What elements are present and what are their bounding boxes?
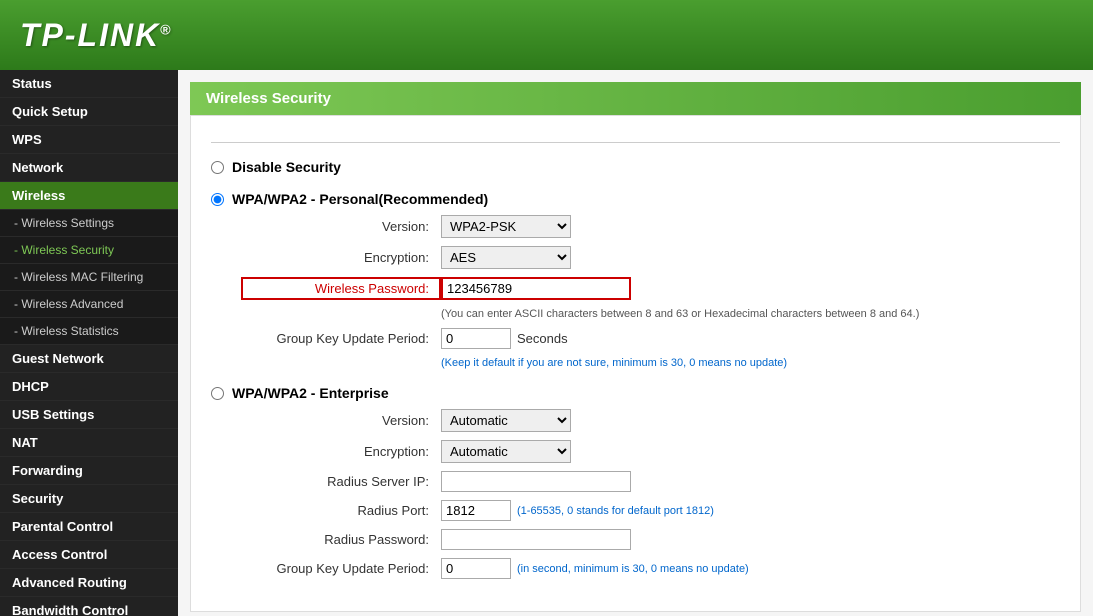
- enterprise-radius-password-label: Radius Password:: [241, 532, 441, 547]
- sidebar-item-wireless-settings[interactable]: - Wireless Settings: [0, 210, 178, 237]
- enterprise-encryption-select[interactable]: Automatic TKIP AES: [441, 440, 571, 463]
- content-area: Disable Security WPA/WPA2 - Personal(Rec…: [190, 115, 1081, 612]
- personal-version-row: Version: Automatic WPA-PSK WPA2-PSK: [211, 215, 1060, 238]
- sidebar-item-forwarding[interactable]: Forwarding: [0, 457, 178, 485]
- layout: Status Quick Setup WPS Network Wireless …: [0, 70, 1093, 616]
- enterprise-encryption-control: Automatic TKIP AES: [441, 440, 571, 463]
- personal-groupkey-unit: Seconds: [517, 331, 568, 346]
- disable-security-radio[interactable]: [211, 161, 224, 174]
- sidebar-item-bandwidth-control[interactable]: Bandwidth Control: [0, 597, 178, 616]
- enterprise-radius-password-control: [441, 529, 631, 550]
- sidebar-item-wireless-statistics[interactable]: - Wireless Statistics: [0, 318, 178, 345]
- enterprise-groupkey-control: (in second, minimum is 30, 0 means no up…: [441, 558, 749, 579]
- personal-groupkey-control: Seconds: [441, 328, 568, 349]
- logo-text: TP-LINK: [20, 17, 160, 53]
- sidebar-item-usb-settings[interactable]: USB Settings: [0, 401, 178, 429]
- enterprise-radius-port-control: (1-65535, 0 stands for default port 1812…: [441, 500, 714, 521]
- personal-groupkey-input[interactable]: [441, 328, 511, 349]
- wpa-personal-row: WPA/WPA2 - Personal(Recommended): [211, 191, 1060, 207]
- personal-encryption-label: Encryption:: [241, 250, 441, 265]
- enterprise-radius-password-input[interactable]: [441, 529, 631, 550]
- enterprise-radius-port-hint: (1-65535, 0 stands for default port 1812…: [517, 505, 714, 517]
- sidebar-item-guest-network[interactable]: Guest Network: [0, 345, 178, 373]
- wpa-enterprise-row: WPA/WPA2 - Enterprise: [211, 385, 1060, 401]
- personal-version-label: Version:: [241, 219, 441, 234]
- personal-groupkey-row: Group Key Update Period: Seconds: [211, 328, 1060, 349]
- enterprise-radius-password-row: Radius Password:: [211, 529, 1060, 550]
- enterprise-radius-ip-label: Radius Server IP:: [241, 474, 441, 489]
- sidebar-item-dhcp[interactable]: DHCP: [0, 373, 178, 401]
- sidebar-item-wireless-mac-filtering[interactable]: - Wireless MAC Filtering: [0, 264, 178, 291]
- personal-encryption-row: Encryption: Automatic TKIP AES: [211, 246, 1060, 269]
- personal-groupkey-label: Group Key Update Period:: [241, 331, 441, 346]
- enterprise-groupkey-hint: (in second, minimum is 30, 0 means no up…: [517, 563, 749, 575]
- personal-version-select[interactable]: Automatic WPA-PSK WPA2-PSK: [441, 215, 571, 238]
- enterprise-version-label: Version:: [241, 413, 441, 428]
- enterprise-version-select[interactable]: Automatic WPA WPA2: [441, 409, 571, 432]
- sidebar-item-status[interactable]: Status: [0, 70, 178, 98]
- sidebar-item-wps[interactable]: WPS: [0, 126, 178, 154]
- personal-encryption-control: Automatic TKIP AES: [441, 246, 571, 269]
- personal-password-label: Wireless Password:: [241, 277, 441, 300]
- sidebar-item-access-control[interactable]: Access Control: [0, 541, 178, 569]
- disable-security-row: Disable Security: [211, 159, 1060, 175]
- personal-encryption-select[interactable]: Automatic TKIP AES: [441, 246, 571, 269]
- enterprise-radius-port-label: Radius Port:: [241, 503, 441, 518]
- personal-password-hint: (You can enter ASCII characters between …: [441, 308, 1060, 320]
- sidebar-item-wireless-advanced[interactable]: - Wireless Advanced: [0, 291, 178, 318]
- disable-security-section: Disable Security: [211, 159, 1060, 175]
- logo: TP-LINK®: [20, 17, 173, 54]
- wpa-personal-label: WPA/WPA2 - Personal(Recommended): [232, 191, 488, 207]
- personal-password-row: Wireless Password:: [211, 277, 1060, 300]
- wireless-password-input[interactable]: [441, 277, 631, 300]
- sidebar: Status Quick Setup WPS Network Wireless …: [0, 70, 178, 616]
- sidebar-item-nat[interactable]: NAT: [0, 429, 178, 457]
- page-title: Wireless Security: [190, 82, 1081, 115]
- wpa-enterprise-radio[interactable]: [211, 387, 224, 400]
- enterprise-version-row: Version: Automatic WPA WPA2: [211, 409, 1060, 432]
- enterprise-radius-port-input[interactable]: [441, 500, 511, 521]
- logo-reg: ®: [160, 21, 172, 37]
- sidebar-item-quick-setup[interactable]: Quick Setup: [0, 98, 178, 126]
- wpa-enterprise-label: WPA/WPA2 - Enterprise: [232, 385, 389, 401]
- sidebar-item-advanced-routing[interactable]: Advanced Routing: [0, 569, 178, 597]
- sidebar-item-wireless-security[interactable]: - Wireless Security: [0, 237, 178, 264]
- sidebar-item-wireless[interactable]: Wireless: [0, 182, 178, 210]
- enterprise-groupkey-label: Group Key Update Period:: [241, 561, 441, 576]
- enterprise-groupkey-row: Group Key Update Period: (in second, min…: [211, 558, 1060, 579]
- enterprise-radius-ip-control: [441, 471, 631, 492]
- personal-password-control: [441, 277, 631, 300]
- sidebar-item-security[interactable]: Security: [0, 485, 178, 513]
- wpa-personal-radio[interactable]: [211, 193, 224, 206]
- enterprise-radius-ip-input[interactable]: [441, 471, 631, 492]
- enterprise-encryption-row: Encryption: Automatic TKIP AES: [211, 440, 1060, 463]
- sidebar-item-parental-control[interactable]: Parental Control: [0, 513, 178, 541]
- enterprise-radius-ip-row: Radius Server IP:: [211, 471, 1060, 492]
- enterprise-version-control: Automatic WPA WPA2: [441, 409, 571, 432]
- disable-security-label: Disable Security: [232, 159, 341, 175]
- personal-groupkey-hint: (Keep it default if you are not sure, mi…: [441, 357, 1060, 369]
- enterprise-groupkey-input[interactable]: [441, 558, 511, 579]
- enterprise-radius-port-row: Radius Port: (1-65535, 0 stands for defa…: [211, 500, 1060, 521]
- sidebar-item-network[interactable]: Network: [0, 154, 178, 182]
- enterprise-encryption-label: Encryption:: [241, 444, 441, 459]
- wpa-enterprise-section: WPA/WPA2 - Enterprise Version: Automatic…: [211, 385, 1060, 579]
- divider: [211, 142, 1060, 143]
- header: TP-LINK®: [0, 0, 1093, 70]
- wpa-personal-section: WPA/WPA2 - Personal(Recommended) Version…: [211, 191, 1060, 369]
- personal-version-control: Automatic WPA-PSK WPA2-PSK: [441, 215, 571, 238]
- main-content: Wireless Security Disable Security WPA/W…: [178, 70, 1093, 616]
